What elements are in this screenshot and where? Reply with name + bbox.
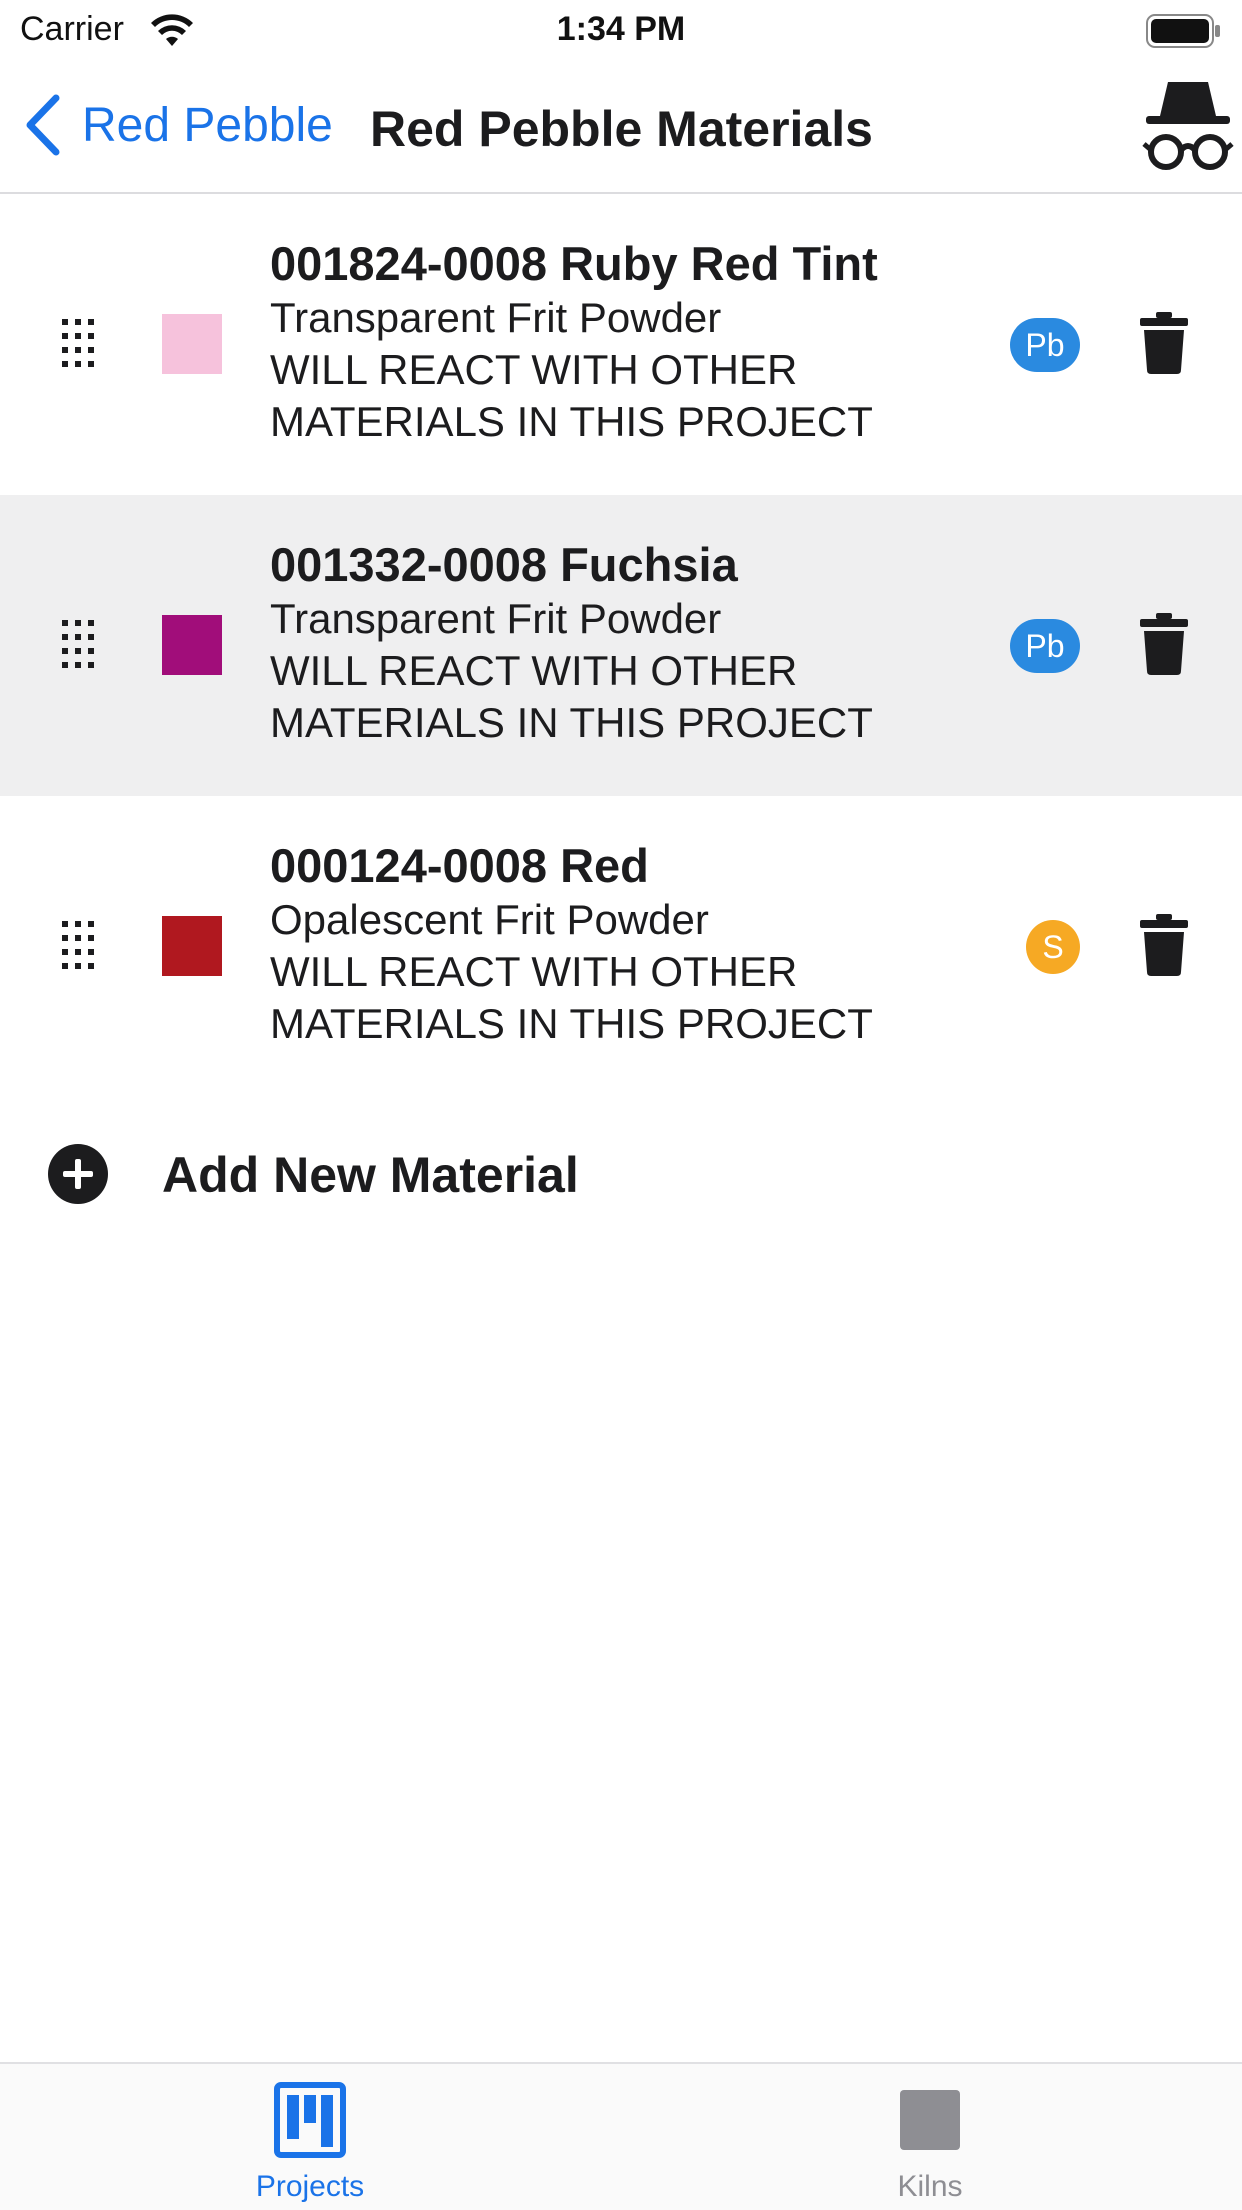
navigation-bar: Red Pebble Red Pebble Materials [0,64,1242,194]
reaction-warning: MATERIALS IN THIS PROJECT [270,1000,873,1047]
reaction-warning: MATERIALS IN THIS PROJECT [270,398,873,445]
color-swatch [162,314,222,374]
material-text: 001332-0008 Fuchsia Transparent Frit Pow… [270,537,990,749]
lead-badge: Pb [1010,619,1080,673]
material-row[interactable]: 001824-0008 Ruby Red Tint Transparent Fr… [0,194,1242,495]
chevron-left-icon [26,94,60,156]
tab-label: Kilns [897,2170,963,2203]
kiln-icon [900,2090,960,2150]
material-title: 001824-0008 Ruby Red Tint [270,237,878,290]
reaction-warning: WILL REACT WITH OTHER [270,346,798,393]
material-title: 000124-0008 Red [270,839,649,892]
sulfur-badge: S [1026,920,1080,974]
material-type: Transparent Frit Powder [270,294,722,341]
material-type: Transparent Frit Powder [270,595,722,642]
add-material-label: Add New Material [162,1147,579,1203]
incognito-spy-icon[interactable] [1142,78,1234,174]
status-time: 1:34 PM [556,10,686,48]
material-text: 000124-0008 Red Opalescent Frit Powder W… [270,838,990,1050]
back-button[interactable]: Red Pebble [20,90,333,160]
material-row[interactable]: 000124-0008 Red Opalescent Frit Powder W… [0,796,1242,1097]
material-row[interactable]: 001332-0008 Fuchsia Transparent Frit Pow… [0,495,1242,796]
plus-circle-icon [48,1144,108,1204]
color-swatch [162,615,222,675]
add-material-button[interactable]: Add New Material [0,1124,1242,1224]
battery-icon [1146,14,1220,48]
tab-kilns[interactable]: Kilns [780,2064,1080,2210]
back-button-label: Red Pebble [82,98,333,152]
drag-handle-icon[interactable] [62,921,94,969]
drag-handle-icon[interactable] [62,319,94,367]
status-bar: Carrier 1:34 PM [0,0,1242,64]
material-type: Opalescent Frit Powder [270,896,709,943]
color-swatch [162,916,222,976]
material-text: 001824-0008 Ruby Red Tint Transparent Fr… [270,236,990,448]
reaction-warning: WILL REACT WITH OTHER [270,647,798,694]
materials-list: 001824-0008 Ruby Red Tint Transparent Fr… [0,194,1242,1097]
tab-bar: Projects Kilns [0,2062,1242,2210]
tab-projects[interactable]: Projects [160,2064,460,2210]
trash-icon[interactable] [1140,312,1188,374]
material-title: 001332-0008 Fuchsia [270,538,738,591]
reaction-warning: MATERIALS IN THIS PROJECT [270,699,873,746]
trash-icon[interactable] [1140,914,1188,976]
tab-label: Projects [255,2170,365,2203]
page-title: Red Pebble Materials [370,101,873,157]
lead-badge: Pb [1010,318,1080,372]
reaction-warning: WILL REACT WITH OTHER [270,948,798,995]
projects-board-icon [274,2082,346,2158]
trash-icon[interactable] [1140,613,1188,675]
drag-handle-icon[interactable] [62,620,94,668]
